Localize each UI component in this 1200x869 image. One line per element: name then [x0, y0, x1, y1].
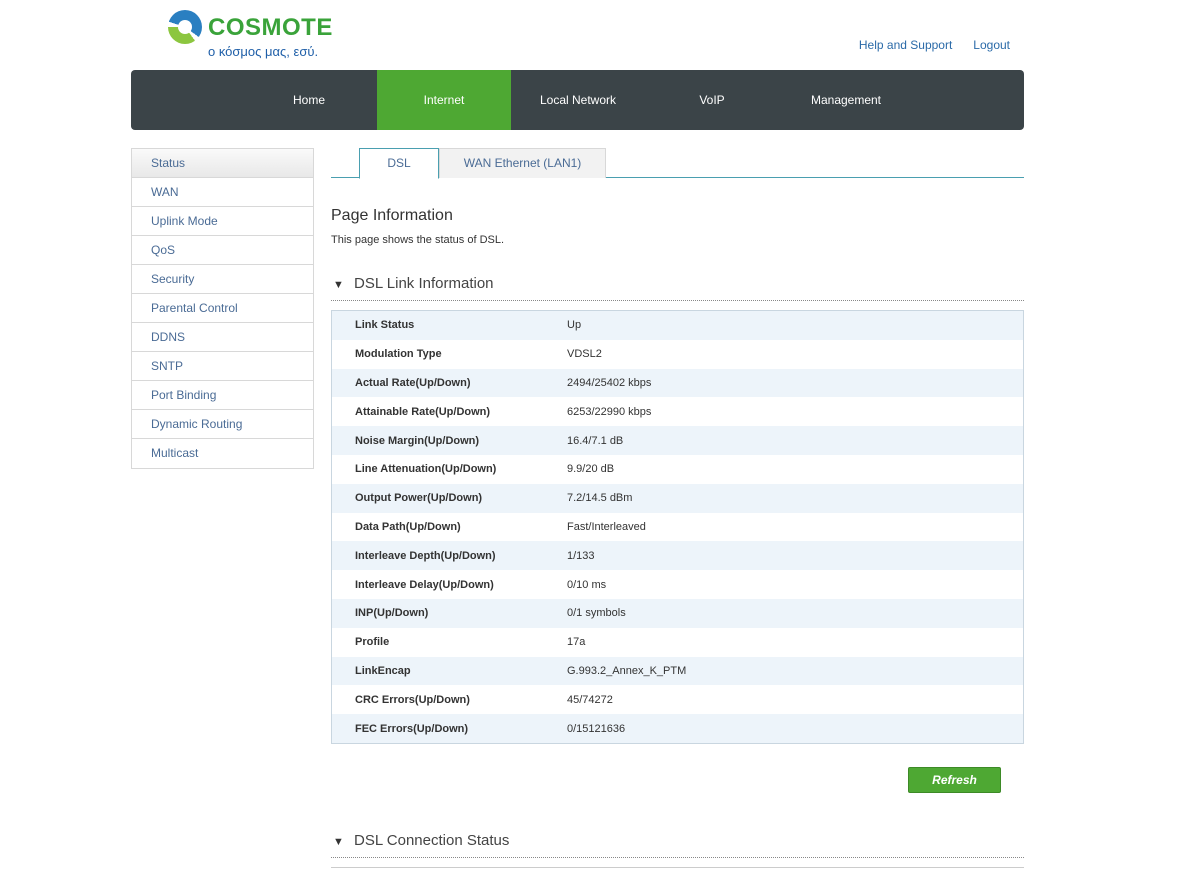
- section-title: DSL Connection Status: [354, 832, 510, 849]
- sidebar-item-dynamic-routing[interactable]: Dynamic Routing: [132, 410, 313, 439]
- section-title: DSL Link Information: [354, 275, 494, 292]
- main-nav: Home Internet Local Network VoIP Managem…: [131, 70, 1024, 130]
- help-support-link[interactable]: Help and Support: [859, 38, 952, 52]
- table-row: Link Status Up: [332, 311, 1023, 340]
- row-label: Interleave Depth(Up/Down): [355, 549, 496, 562]
- row-label: Attainable Rate(Up/Down): [355, 405, 491, 418]
- collapse-triangle-icon: ▼: [333, 279, 344, 291]
- collapse-triangle-icon: ▼: [333, 836, 344, 848]
- nav-home[interactable]: Home: [241, 70, 377, 130]
- row-label: CRC Errors(Up/Down): [355, 693, 470, 706]
- row-value: 0/10 ms: [567, 578, 607, 591]
- row-label: FEC Errors(Up/Down): [355, 722, 469, 735]
- dsl-link-table: Link Status Up Modulation Type VDSL2 Actual …: [331, 310, 1024, 744]
- nav-voip[interactable]: VoIP: [645, 70, 779, 130]
- divider: [331, 867, 1024, 868]
- nav-local-network[interactable]: Local Network: [511, 70, 645, 130]
- row-value: 45/74272: [567, 693, 613, 706]
- row-value: Up: [567, 319, 582, 332]
- row-value: 16.4/7.1 dB: [567, 434, 624, 447]
- row-value: Fast/Interleaved: [567, 520, 646, 533]
- logout-link[interactable]: Logout: [973, 38, 1010, 52]
- table-row: Modulation Type VDSL2: [332, 340, 1023, 369]
- row-value: 9.9/20 dB: [567, 463, 615, 476]
- row-value: VDSL2: [567, 348, 602, 361]
- row-value: 17a: [567, 636, 586, 649]
- table-row: Attainable Rate(Up/Down) 6253/22990 kbps: [332, 397, 1023, 426]
- row-label: Data Path(Up/Down): [355, 520, 461, 533]
- sidebar-item-status[interactable]: Status: [132, 149, 313, 178]
- cosmote-logo-icon: [168, 10, 202, 44]
- refresh-button[interactable]: Refresh: [908, 767, 1001, 793]
- table-row: Interleave Depth(Up/Down) 1/133: [332, 541, 1023, 571]
- row-label: Profile: [355, 636, 390, 649]
- sidebar-item-multicast[interactable]: Multicast: [132, 439, 313, 468]
- cosmote-logo: COSMOTE ο κόσμος μας, εσύ.: [168, 10, 332, 62]
- sidebar-item-sntp[interactable]: SNTP: [132, 352, 313, 381]
- sidebar-item-parental-control[interactable]: Parental Control: [132, 294, 313, 323]
- dsl-link-info-header[interactable]: ▼ DSL Link Information: [331, 271, 1024, 301]
- row-label: Interleave Delay(Up/Down): [355, 578, 494, 591]
- table-row: Profile 17a: [332, 628, 1023, 657]
- page-title: Page Information: [331, 207, 453, 224]
- brand-name: COSMOTE: [208, 14, 333, 41]
- nav-internet[interactable]: Internet: [377, 70, 511, 130]
- row-label: Modulation Type: [355, 348, 442, 361]
- row-label: INP(Up/Down): [355, 607, 429, 620]
- row-label: Output Power(Up/Down): [355, 492, 483, 505]
- row-value: 1/133: [567, 549, 595, 562]
- nav-management[interactable]: Management: [779, 70, 913, 130]
- tab-dsl[interactable]: DSL: [359, 148, 439, 179]
- dsl-connection-status-header[interactable]: ▼ DSL Connection Status: [331, 828, 1024, 858]
- row-value: 0/15121636: [567, 722, 626, 735]
- table-row: Data Path(Up/Down) Fast/Interleaved: [332, 513, 1023, 542]
- table-row: FEC Errors(Up/Down) 0/15121636: [332, 714, 1023, 743]
- table-row: LinkEncap G.993.2_Annex_K_PTM: [332, 656, 1023, 686]
- sidebar-item-port-binding[interactable]: Port Binding: [132, 381, 313, 410]
- row-value: 6253/22990 kbps: [567, 405, 652, 418]
- table-row: Output Power(Up/Down) 7.2/14.5 dBm: [332, 483, 1023, 513]
- sidebar-item-qos[interactable]: QoS: [132, 236, 313, 265]
- row-label: Actual Rate(Up/Down): [355, 376, 471, 389]
- page-description: This page shows the status of DSL.: [331, 234, 505, 246]
- tab-bar: DSL WAN Ethernet (LAN1): [331, 148, 1024, 179]
- sidebar-item-ddns[interactable]: DDNS: [132, 323, 313, 352]
- row-label: Line Attenuation(Up/Down): [355, 463, 497, 476]
- row-value: 7.2/14.5 dBm: [567, 492, 633, 505]
- table-row: INP(Up/Down) 0/1 symbols: [332, 598, 1023, 628]
- row-value: G.993.2_Annex_K_PTM: [567, 664, 687, 677]
- tab-wan-ethernet[interactable]: WAN Ethernet (LAN1): [439, 148, 606, 178]
- row-label: Noise Margin(Up/Down): [355, 434, 480, 447]
- table-row: Noise Margin(Up/Down) 16.4/7.1 dB: [332, 426, 1023, 455]
- row-label: Link Status: [355, 319, 415, 332]
- sidebar-item-security[interactable]: Security: [132, 265, 313, 294]
- sidebar-item-wan[interactable]: WAN: [132, 178, 313, 207]
- row-value: 0/1 symbols: [567, 607, 626, 620]
- row-label: LinkEncap: [355, 664, 411, 677]
- sidebar: Status WAN Uplink Mode QoS Security Parental …: [131, 148, 314, 469]
- brand-tagline: ο κόσμος μας, εσύ.: [208, 44, 319, 59]
- row-value: 2494/25402 kbps: [567, 376, 652, 389]
- table-row: CRC Errors(Up/Down) 45/74272: [332, 685, 1023, 714]
- table-row: Interleave Delay(Up/Down) 0/10 ms: [332, 570, 1023, 599]
- table-row: Actual Rate(Up/Down) 2494/25402 kbps: [332, 368, 1023, 398]
- sidebar-item-uplink-mode[interactable]: Uplink Mode: [132, 207, 313, 236]
- table-row: Line Attenuation(Up/Down) 9.9/20 dB: [332, 455, 1023, 484]
